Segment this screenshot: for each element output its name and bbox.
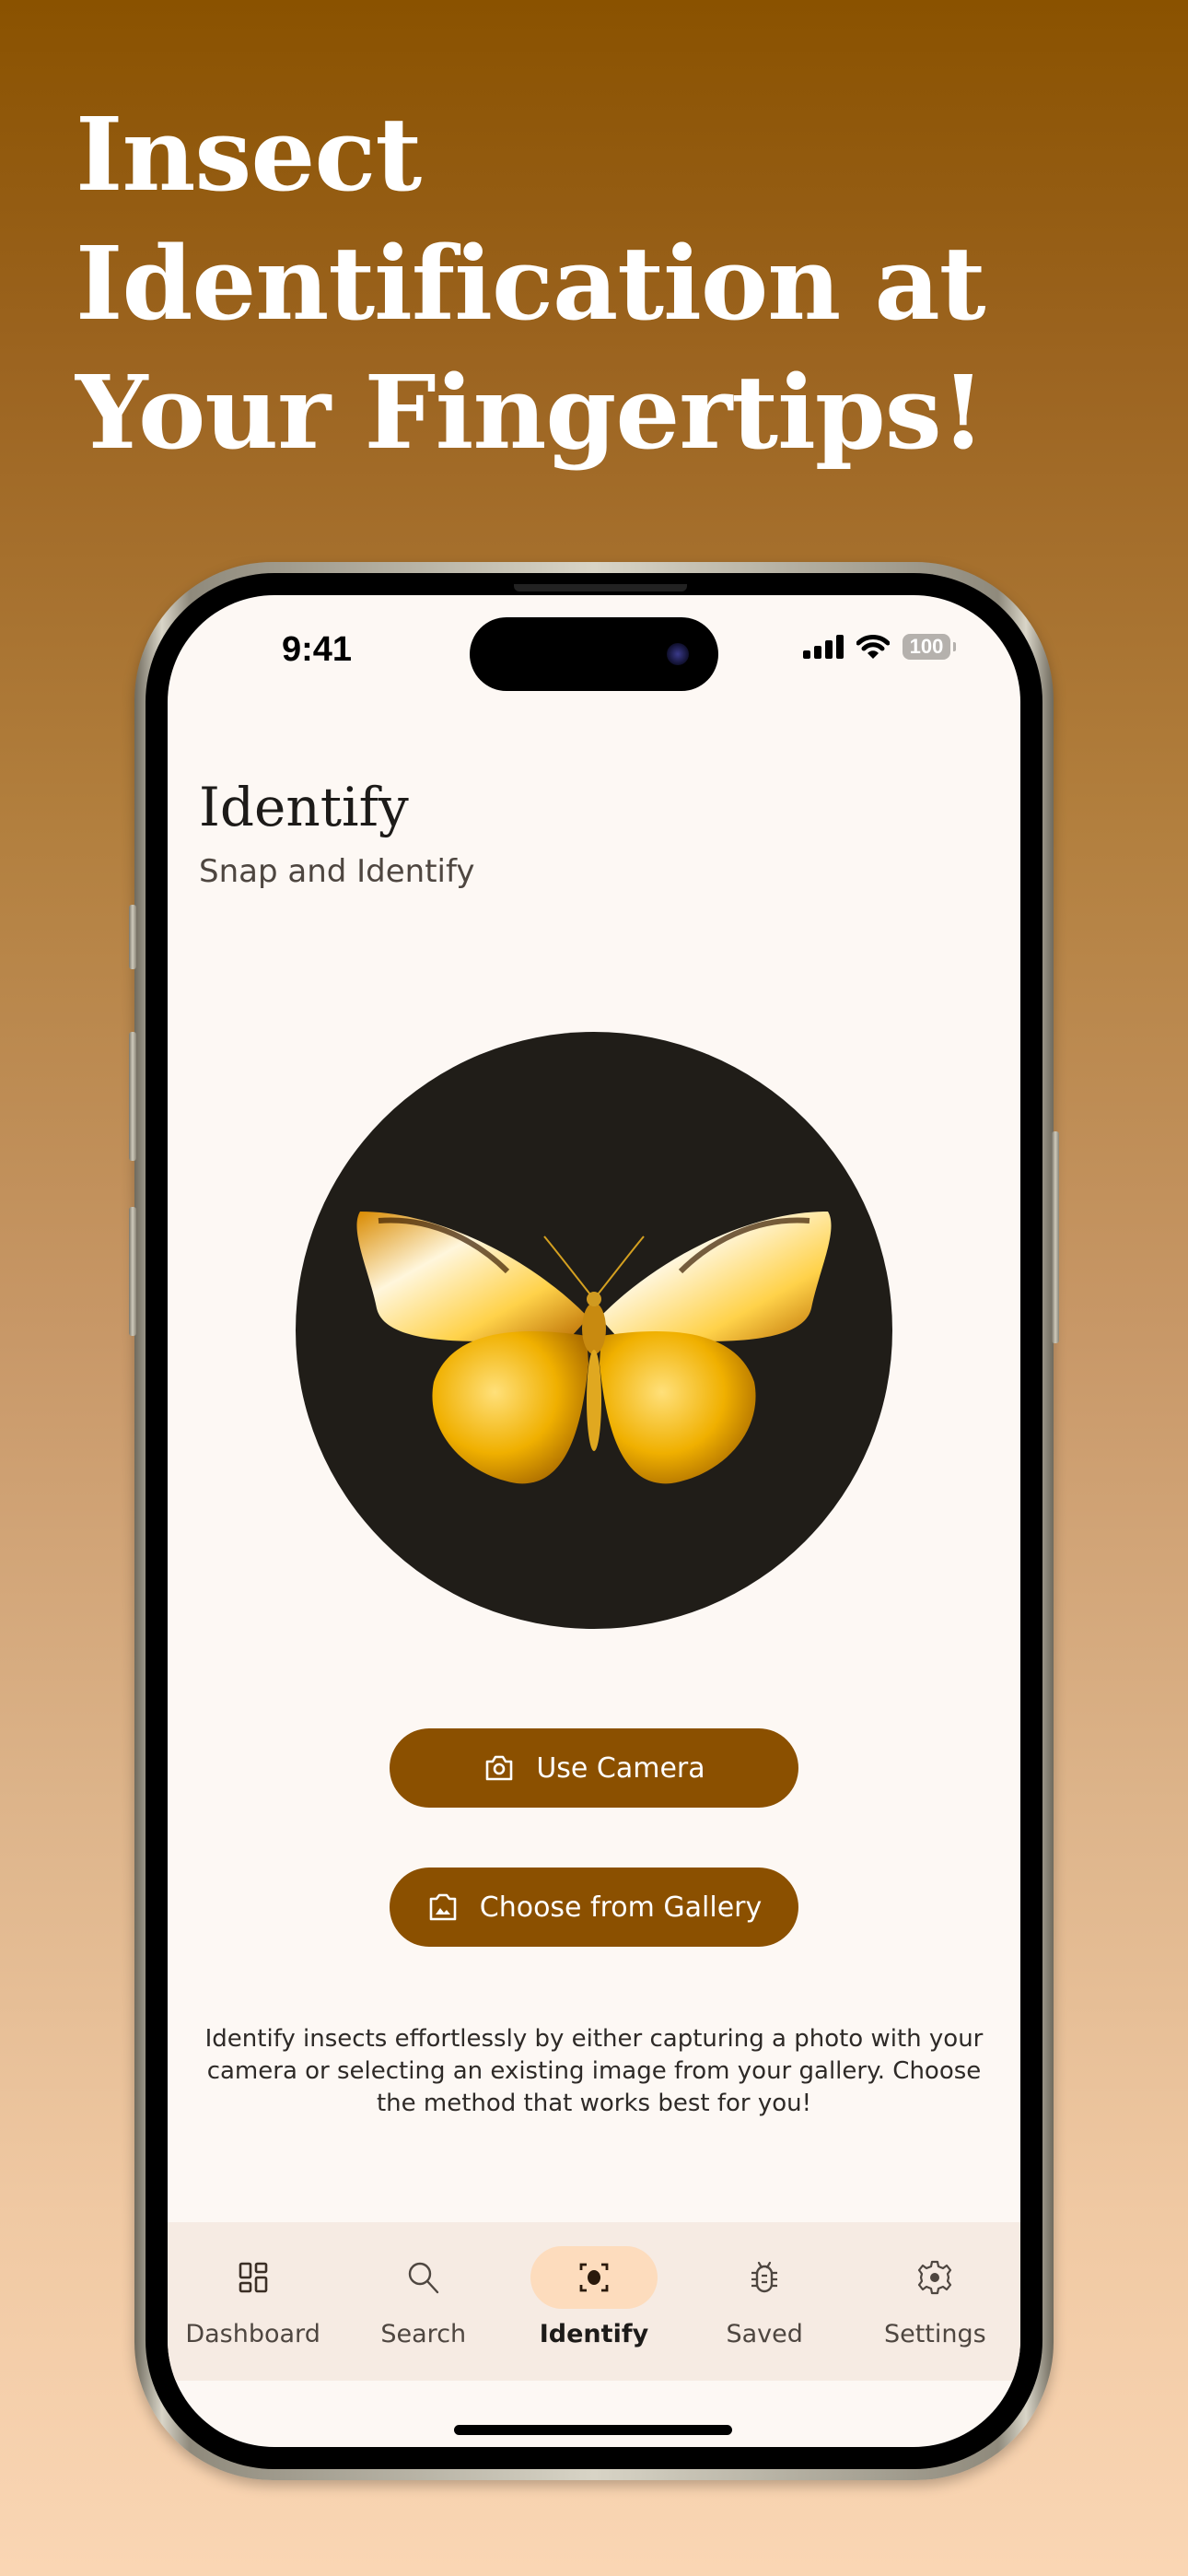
nav-label-settings: Settings bbox=[883, 2320, 986, 2348]
headline-line-1: Insect bbox=[76, 95, 422, 214]
choose-from-gallery-button[interactable]: Choose from Gallery bbox=[390, 1868, 798, 1947]
home-indicator[interactable] bbox=[454, 2425, 732, 2435]
volume-down-button bbox=[129, 1207, 136, 1336]
camera-icon bbox=[486, 1755, 513, 1781]
front-camera bbox=[667, 643, 689, 665]
nav-label-dashboard: Dashboard bbox=[185, 2320, 320, 2348]
bug-icon bbox=[751, 2261, 778, 2293]
use-camera-button[interactable]: Use Camera bbox=[390, 1728, 798, 1808]
power-button bbox=[1052, 1131, 1059, 1343]
butterfly-icon bbox=[356, 1212, 832, 1484]
page-subtitle: Snap and Identify bbox=[199, 853, 475, 890]
promo-headline: Insect Identification at Your Fingertips… bbox=[76, 90, 1089, 477]
choose-from-gallery-label: Choose from Gallery bbox=[479, 1891, 763, 1924]
bottom-navigation: Dashboard Search Identify Saved Settings bbox=[168, 2222, 1020, 2381]
nav-label-search: Search bbox=[380, 2320, 467, 2348]
cellular-signal-icon bbox=[803, 635, 844, 659]
nav-item-dashboard[interactable]: Dashboard bbox=[170, 2222, 336, 2348]
status-time: 9:41 bbox=[282, 630, 353, 669]
nav-item-saved[interactable]: Saved bbox=[681, 2222, 847, 2348]
headline-line-3: Your Fingertips! bbox=[76, 353, 985, 472]
use-camera-label: Use Camera bbox=[536, 1751, 705, 1785]
nav-item-settings[interactable]: Settings bbox=[852, 2222, 1018, 2348]
nav-item-identify[interactable]: Identify bbox=[511, 2222, 677, 2348]
butterfly-hero-image bbox=[296, 1032, 892, 1629]
status-icons: 100 bbox=[803, 634, 956, 660]
headline-line-2: Identification at bbox=[76, 224, 986, 343]
page-title: Identify bbox=[199, 776, 409, 838]
search-icon bbox=[408, 2262, 438, 2294]
wifi-icon bbox=[856, 635, 890, 659]
nav-label-identify: Identify bbox=[539, 2320, 649, 2348]
battery-indicator: 100 bbox=[903, 634, 956, 660]
earpiece bbox=[514, 584, 687, 591]
nav-label-saved: Saved bbox=[726, 2320, 803, 2348]
identify-description: Identify insects effortlessly by either … bbox=[204, 2025, 984, 2117]
app-screen: 9:41 100 Identify Snap and Identify Use … bbox=[168, 595, 1020, 2447]
volume-up-button bbox=[129, 1032, 136, 1161]
dashboard-icon bbox=[239, 2262, 267, 2293]
gear-icon bbox=[918, 2260, 952, 2295]
dynamic-island bbox=[470, 617, 718, 691]
phone-frame: 9:41 100 Identify Snap and Identify Use … bbox=[129, 562, 1059, 2480]
gallery-icon bbox=[429, 1893, 457, 1921]
action-button bbox=[129, 905, 136, 969]
identify-icon bbox=[579, 2263, 609, 2292]
nav-item-search[interactable]: Search bbox=[341, 2222, 507, 2348]
active-indicator-pill bbox=[530, 2246, 658, 2309]
